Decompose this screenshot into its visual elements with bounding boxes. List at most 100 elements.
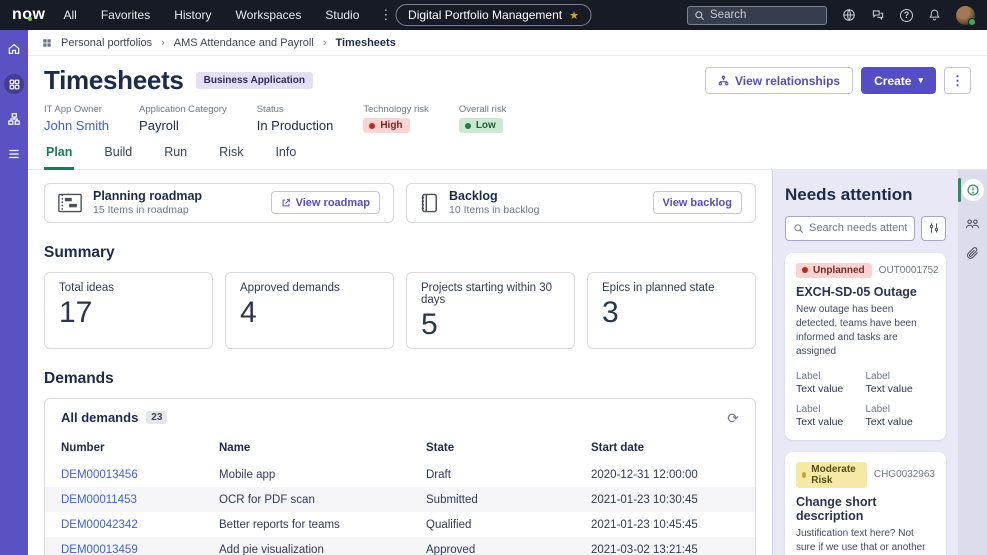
chevron-right-icon: ›: [161, 36, 165, 49]
demand-number-link[interactable]: DEM00011453: [61, 494, 219, 506]
field-label: Application Category: [139, 104, 227, 115]
top-right-controls: ?: [687, 5, 976, 26]
col-start-date[interactable]: Start date: [591, 442, 739, 454]
tab-risk[interactable]: Risk: [217, 145, 245, 169]
needs-attention-rail-button[interactable]: [961, 178, 984, 201]
page-header: Timesheets Business Application View rel…: [28, 56, 987, 134]
chat-icon[interactable]: [871, 8, 885, 22]
backlog-card: Backlog 10 Items in backlog View backlog: [406, 182, 756, 223]
summary-heading: Summary: [44, 243, 115, 261]
menu-workspaces[interactable]: Workspaces: [236, 8, 302, 22]
col-name[interactable]: Name: [219, 442, 426, 454]
demands-table-header: Number Name State Start date: [45, 434, 755, 462]
demand-number-link[interactable]: DEM00042342: [61, 519, 219, 531]
menu-all[interactable]: All: [64, 8, 77, 22]
demand-state: Qualified: [426, 518, 472, 531]
field-overall-risk: Overall risk Low: [458, 104, 506, 134]
breadcrumb-item-portfolios[interactable]: Personal portfolios: [61, 37, 152, 49]
bell-icon[interactable]: [928, 8, 941, 22]
stat-total-ideas[interactable]: Total ideas 17: [44, 271, 213, 349]
app-scope-pill[interactable]: Digital Portfolio Management ★: [395, 4, 592, 26]
menu-history[interactable]: History: [174, 8, 211, 22]
filter-icon[interactable]: [921, 215, 946, 241]
globe-icon[interactable]: [842, 8, 856, 22]
search-icon: [793, 223, 804, 234]
card-title[interactable]: Change short description: [796, 495, 935, 523]
tab-plan[interactable]: Plan: [44, 145, 75, 170]
breadcrumb-item-ams[interactable]: AMS Attendance and Payroll: [174, 37, 314, 49]
now-logo[interactable]: now: [12, 6, 46, 24]
app-launcher-icon[interactable]: [4, 74, 24, 94]
collaborate-icon[interactable]: [965, 217, 980, 230]
field-value: Payroll: [139, 118, 179, 133]
needs-attention-panel: Needs attention Search needs attention U…: [772, 169, 958, 555]
card-title[interactable]: EXCH-SD-05 Outage: [796, 285, 935, 299]
card-field: Label Text value: [796, 403, 844, 428]
table-row: DEM00013456 Mobile app Draft 2020-12-31 …: [45, 462, 755, 487]
needs-attention-search[interactable]: [785, 215, 915, 241]
col-state[interactable]: State: [426, 442, 591, 454]
field-label: Technology risk: [363, 104, 429, 115]
demand-number-link[interactable]: DEM00013459: [61, 544, 219, 555]
needs-attention-search-input[interactable]: [809, 222, 907, 234]
yellow-dot-icon: [802, 471, 807, 478]
stat-label: Approved demands: [240, 281, 340, 294]
stat-projects-starting[interactable]: Projects starting within 30 days 5: [406, 271, 575, 349]
demands-heading: Demands: [44, 370, 114, 387]
backlog-subtitle: 10 Items in backlog: [449, 204, 540, 216]
field-it-app-owner: IT App Owner John Smith: [44, 104, 109, 134]
breadcrumb: Personal portfolios › AMS Attendance and…: [28, 30, 987, 56]
hierarchy-nav-icon[interactable]: [4, 109, 24, 129]
refresh-icon[interactable]: ⟳: [727, 411, 739, 425]
favorite-star-icon[interactable]: ★: [569, 9, 579, 22]
paperclip-icon[interactable]: [966, 246, 979, 260]
stat-epics-planned[interactable]: Epics in planned state 3: [587, 271, 756, 349]
attention-card-outage[interactable]: Unplanned OUT0001752 EXCH-SD-05 Outage N…: [785, 252, 946, 440]
user-avatar[interactable]: [956, 5, 976, 26]
list-nav-icon[interactable]: [4, 144, 24, 164]
caret-down-icon: ▾: [918, 75, 923, 85]
attention-card-change[interactable]: Moderate Risk CHG0032963 Change short de…: [785, 451, 946, 555]
menu-favorites[interactable]: Favorites: [101, 8, 150, 22]
field-value: In Production: [256, 118, 334, 133]
demand-name: Better reports for teams: [219, 518, 340, 531]
summary-stats: Total ideas 17 Approved demands 4 Projec…: [44, 271, 756, 349]
card-description: Justification text here? Not sure if we …: [796, 527, 926, 553]
card-field: Label Text value: [865, 370, 913, 395]
stat-label: Total ideas: [59, 281, 114, 294]
top-more-icon[interactable]: ⋮: [379, 7, 392, 23]
owner-link[interactable]: John Smith: [44, 118, 109, 133]
view-backlog-button[interactable]: View backlog: [652, 191, 742, 214]
moderate-risk-badge: Moderate Risk: [796, 461, 867, 488]
demands-list-card: All demands 23 ⟳ Number Name State Start…: [44, 398, 756, 555]
view-roadmap-button[interactable]: View roadmap: [270, 191, 380, 214]
create-button[interactable]: Create ▾: [861, 67, 936, 94]
demands-count-badge: 23: [146, 411, 168, 424]
risk-low-badge: Low: [458, 118, 503, 133]
field-label: IT App Owner: [44, 104, 102, 115]
table-row: DEM00042342 Better reports for teams Qua…: [45, 512, 755, 537]
field-application-category: Application Category Payroll: [139, 104, 227, 134]
global-search[interactable]: [687, 5, 827, 25]
stat-label: Epics in planned state: [602, 281, 715, 294]
home-icon[interactable]: [4, 39, 24, 59]
top-menu: All Favorites History Workspaces Studio: [64, 8, 360, 22]
field-status: Status In Production: [257, 104, 334, 134]
field-label: Status: [256, 104, 284, 115]
demand-state: Approved: [426, 543, 476, 555]
tab-info[interactable]: Info: [273, 145, 298, 169]
demand-number-link[interactable]: DEM00013456: [61, 469, 219, 481]
tab-build[interactable]: Build: [102, 145, 134, 169]
demand-state: Draft: [426, 468, 451, 481]
view-relationships-button[interactable]: View relationships: [704, 67, 854, 94]
stat-approved-demands[interactable]: Approved demands 4: [225, 271, 394, 349]
menu-studio[interactable]: Studio: [325, 8, 359, 22]
header-more-button[interactable]: ⋮: [944, 67, 971, 94]
left-nav-rail: [0, 30, 28, 555]
right-utility-rail: [958, 169, 987, 555]
col-number[interactable]: Number: [61, 442, 219, 454]
global-search-input[interactable]: [710, 9, 810, 21]
stat-value: 3: [602, 295, 619, 329]
help-icon[interactable]: ?: [900, 8, 913, 22]
tab-run[interactable]: Run: [162, 145, 189, 169]
